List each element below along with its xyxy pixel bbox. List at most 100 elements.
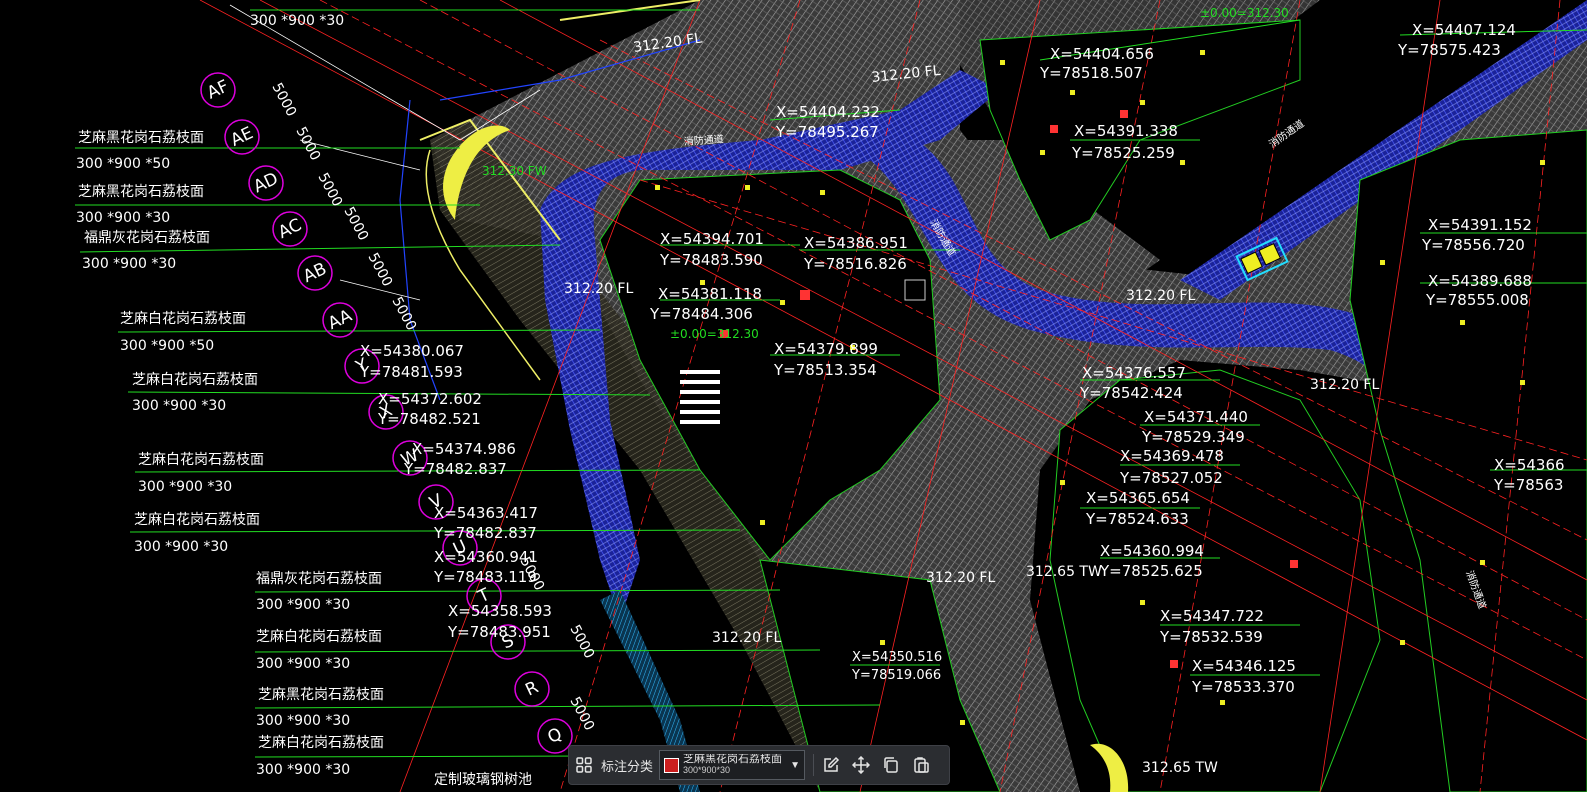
color-swatch: [664, 757, 680, 773]
grid-bubble-label: Q: [545, 724, 566, 748]
coord-y: Y=78519.066: [851, 668, 941, 683]
grid-bubble-label: AC: [275, 215, 304, 243]
coord-x: X=54386.951: [804, 234, 908, 252]
coord-y: Y=78527.052: [1119, 469, 1223, 487]
grid-bubble: R: [514, 671, 550, 707]
coord-y: Y=78556.720: [1421, 236, 1525, 254]
grid-menu-button[interactable]: [569, 750, 599, 780]
coord-x: X=54389.688: [1428, 272, 1532, 290]
material-size: 300 *900 *30: [132, 398, 226, 414]
category-selected-name: 芝麻黑花岗石荔枝面: [683, 754, 783, 765]
edit-button[interactable]: [816, 750, 846, 780]
move-icon: [852, 756, 871, 774]
material-size: 300 *900 *50: [120, 338, 214, 354]
coord-y: Y=78525.259: [1071, 144, 1175, 162]
dimension-label: 5000: [388, 294, 419, 333]
category-select-text: 芝麻黑花岗石荔枝面 300*900*30: [683, 754, 788, 776]
coord-x: X=54360.941: [434, 548, 538, 566]
coord-x: X=54346.125: [1192, 657, 1296, 675]
coord-y: Y=78481.593: [359, 363, 463, 381]
coord-y: Y=78563: [1493, 476, 1563, 494]
coord-x: X=54391.152: [1428, 216, 1532, 234]
grid-bubble: AC: [272, 211, 308, 247]
paste-icon: [914, 757, 929, 773]
coord-y: Y=78524.633: [1085, 510, 1189, 528]
grid-bubble-label: R: [522, 677, 541, 700]
coord-y: Y=78483.119: [433, 568, 537, 586]
material-name: 芝麻白花岗石荔枝面: [120, 311, 246, 327]
coord-x: X=54347.722: [1160, 607, 1264, 625]
grid-bubble: Q: [537, 718, 573, 754]
material-size: 300 *900 *30: [256, 713, 350, 729]
coord-x: X=54350.516: [852, 650, 942, 665]
material-size: 300 *900 *30: [134, 539, 228, 555]
grid-bubble: AA: [322, 302, 358, 338]
material-name: 芝麻白花岗石荔枝面: [256, 629, 382, 645]
road-label: 消防通道: [1266, 117, 1306, 151]
copy-icon: [884, 757, 898, 773]
dimension-label: 5000: [292, 124, 323, 163]
dimension-label: 5000: [364, 250, 395, 289]
paste-button[interactable]: [906, 750, 936, 780]
coord-y: Y=78518.507: [1039, 64, 1143, 82]
material-size: 300 *900 *30: [256, 656, 350, 672]
coord-x: X=54372.602: [378, 390, 482, 408]
coord-x: X=54358.593: [448, 602, 552, 620]
grid-bubble: AE: [224, 119, 260, 155]
copy-button[interactable]: [876, 750, 906, 780]
material-size: 300 *900 *30: [256, 597, 350, 613]
grid-bubble-label: AA: [325, 306, 355, 334]
elevation-label: ±0.00=312.30: [1200, 6, 1289, 20]
category-select[interactable]: 芝麻黑花岗石荔枝面 300*900*30 ▼: [659, 750, 806, 780]
coord-x: X=54366: [1494, 456, 1565, 474]
edit-icon: [824, 756, 840, 772]
material-name: 定制玻璃钢树池: [434, 771, 532, 788]
material-size: 300 *900 *30: [256, 762, 350, 778]
elevation-label: ±0.00=312.30: [670, 327, 759, 341]
move-button[interactable]: [846, 750, 876, 780]
grid-bubble: AD: [248, 165, 284, 201]
grid-bubble: AF: [200, 72, 236, 108]
material-size: 300 *900 *30: [138, 479, 232, 495]
coord-y: Y=78483.951: [447, 623, 551, 641]
material-name: 芝麻白花岗石荔枝面: [138, 452, 264, 468]
coord-y: Y=78533.370: [1191, 678, 1295, 696]
coord-y: Y=78482.521: [377, 410, 481, 428]
elevation-label: 312.20 FL: [712, 630, 781, 646]
coord-x: X=54391.338: [1074, 122, 1178, 140]
coord-x: X=54371.440: [1144, 408, 1248, 426]
dimension-label: 5000: [340, 204, 371, 243]
elevation-label: 312.65 TW: [1026, 564, 1102, 580]
elevation-label: 312.20 FL: [926, 570, 995, 586]
coord-x: X=54407.124: [1412, 21, 1516, 39]
coord-x: X=54404.232: [776, 103, 880, 121]
cad-drawing-canvas[interactable]: 300 *900 *30 芝麻黑花岗石荔枝面 300 *900 *50 芝麻黑花…: [0, 0, 1587, 792]
coord-y: Y=78482.837: [403, 460, 507, 478]
material-name: 福鼎灰花岗石荔枝面: [84, 230, 210, 246]
material-size: 300 *900 *30: [76, 210, 170, 226]
grid-bubble-label: AB: [300, 259, 330, 287]
grid-bubble-label: AE: [228, 123, 257, 151]
category-label: 标注分类: [601, 758, 654, 774]
coord-y: Y=78555.008: [1425, 291, 1529, 309]
coord-y: Y=78532.539: [1159, 628, 1263, 646]
coord-y: Y=78525.625: [1099, 562, 1203, 580]
coord-x: X=54404.656: [1050, 45, 1154, 63]
toolbar-separator: [813, 754, 815, 776]
coord-y: Y=78484.306: [649, 305, 753, 323]
material-name: 芝麻黑花岗石荔枝面: [258, 687, 384, 703]
coord-x: X=54365.654: [1086, 489, 1190, 507]
grid-bubble-label: AD: [251, 169, 282, 198]
coord-x: X=54360.994: [1100, 542, 1204, 560]
coord-y: Y=78542.424: [1079, 384, 1183, 402]
material-size: 300 *900 *30: [82, 256, 176, 272]
coord-y: Y=78482.837: [433, 524, 537, 542]
grid-bubble: AB: [297, 255, 333, 291]
coord-y: Y=78483.590: [659, 251, 763, 269]
material-size: 300 *900 *30: [250, 13, 344, 29]
elevation-label: 312.65 TW: [1142, 760, 1218, 776]
dimension-label: 5000: [268, 80, 299, 119]
coord-x: X=54376.557: [1082, 364, 1186, 382]
coord-x: X=54374.986: [412, 440, 516, 458]
annotation-toolbar: 标注分类 芝麻黑花岗石荔枝面 300*900*30 ▼: [568, 745, 950, 785]
